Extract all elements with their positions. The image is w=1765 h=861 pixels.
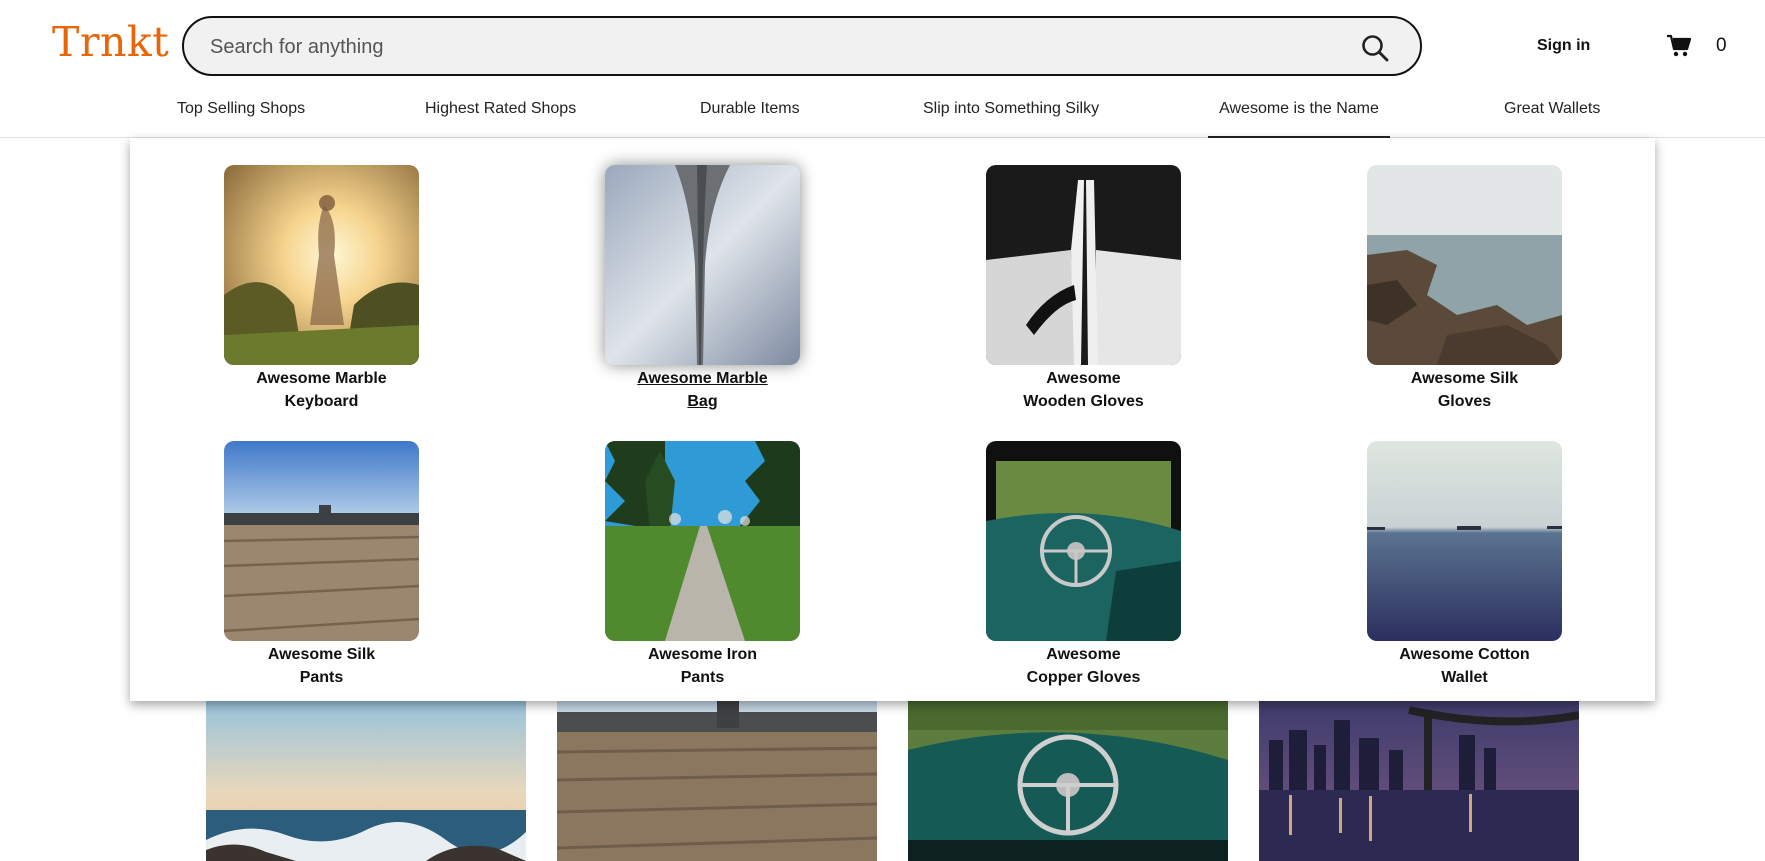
product-image-girl-in-field[interactable] — [224, 165, 419, 365]
mega-menu-dropdown: Awesome Marble Keyboard Awesome Marble B… — [130, 138, 1655, 701]
product-name[interactable]: Awesome Wooden Gloves — [986, 367, 1181, 413]
nav-item-great-wallets[interactable]: Great Wallets — [1504, 100, 1600, 138]
cart-icon[interactable] — [1666, 34, 1692, 58]
product-card[interactable]: Awesome Iron Pants — [605, 441, 800, 689]
product-card[interactable]: Awesome Wooden Gloves — [986, 165, 1181, 413]
search-icon[interactable] — [1360, 33, 1390, 63]
product-card[interactable]: Awesome Silk Gloves — [1367, 165, 1562, 413]
product-card[interactable]: Awesome Copper Gloves — [986, 441, 1181, 689]
product-image-ocean-waves[interactable] — [206, 690, 526, 861]
product-name[interactable]: Awesome Marble Bag — [605, 367, 800, 413]
cart-count: 0 — [1716, 35, 1727, 56]
nav-item-durable-items[interactable]: Durable Items — [700, 100, 800, 138]
product-card[interactable]: Awesome Marble Keyboard — [224, 165, 419, 413]
nav-item-awesome-is-the-name[interactable]: Awesome is the Name — [1208, 100, 1390, 138]
product-name[interactable]: Awesome Iron Pants — [605, 643, 800, 689]
product-image-wooden-dock[interactable] — [557, 690, 877, 861]
product-card[interactable]: Awesome Cotton Wallet — [1367, 441, 1562, 689]
product-image-abstract-architecture[interactable] — [605, 165, 800, 365]
site-header: Trnkt Sign in 0 — [0, 0, 1765, 92]
product-image-wooden-dock[interactable] — [224, 441, 419, 641]
sign-in-link[interactable]: Sign in — [1537, 37, 1590, 55]
product-image-car-dashboard[interactable] — [986, 441, 1181, 641]
product-image-rocky-shore[interactable] — [1367, 165, 1562, 365]
product-image-black-white-architecture[interactable] — [986, 165, 1181, 365]
product-name[interactable]: Awesome Cotton Wallet — [1367, 643, 1562, 689]
product-image-car-dashboard[interactable] — [908, 690, 1228, 861]
nav-item-top-selling-shops[interactable]: Top Selling Shops — [177, 100, 305, 138]
product-name[interactable]: Awesome Copper Gloves — [986, 643, 1181, 689]
product-card[interactable]: Awesome Silk Pants — [224, 441, 419, 689]
product-name[interactable]: Awesome Marble Keyboard — [224, 367, 419, 413]
product-name[interactable]: Awesome Silk Gloves — [1367, 367, 1562, 413]
product-name[interactable]: Awesome Silk Pants — [224, 643, 419, 689]
product-grid-row — [0, 690, 1765, 861]
site-logo[interactable]: Trnkt — [52, 18, 169, 66]
search-bar[interactable] — [182, 16, 1422, 76]
nav-item-highest-rated-shops[interactable]: Highest Rated Shops — [425, 100, 576, 138]
product-image-path-through-trees[interactable] — [605, 441, 800, 641]
search-input[interactable] — [210, 30, 1330, 64]
product-card[interactable]: Awesome Marble Bag — [605, 165, 800, 413]
product-image-calm-sea-ships[interactable] — [1367, 441, 1562, 641]
nav-item-slip-into-something-silky[interactable]: Slip into Something Silky — [923, 100, 1099, 138]
category-nav: Top Selling Shops Highest Rated Shops Du… — [0, 92, 1765, 138]
product-image-city-bridge[interactable] — [1259, 690, 1579, 861]
